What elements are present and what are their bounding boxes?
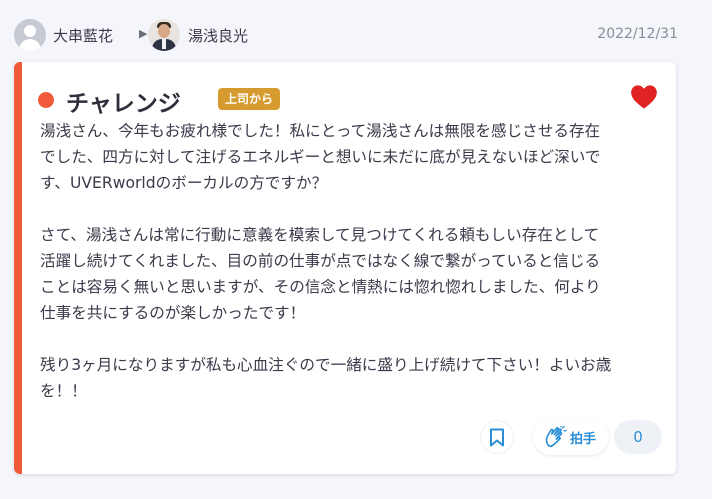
applause-label: 拍手	[570, 432, 597, 447]
applause-count[interactable]: 0	[614, 420, 662, 454]
heart-icon[interactable]	[630, 84, 658, 110]
post-header: 大串藍花 ▶ 湯浅良光 2022/12/31	[14, 16, 678, 54]
applause-button[interactable]: 拍手	[533, 419, 609, 455]
message-card: チャレンジ 上司から 湯浅さん、今年もお疲れ様でした！私にとって湯浅さんは無限を…	[14, 62, 676, 474]
card-accent-stripe	[14, 62, 22, 474]
receiver-name[interactable]: 湯浅良光	[188, 25, 248, 46]
relation-badge: 上司から	[218, 88, 281, 110]
post-date: 2022/12/31	[597, 26, 678, 42]
receiver-avatar[interactable]	[148, 19, 180, 51]
bookmark-icon	[490, 428, 504, 447]
default-user-icon	[24, 25, 36, 37]
category-title: チャレンジ	[66, 91, 181, 117]
bookmark-button[interactable]	[480, 420, 514, 454]
sender-name[interactable]: 大串藍花	[53, 25, 113, 46]
arrow-right-icon: ▶	[139, 27, 148, 40]
message-body: 湯浅さん、今年もお疲れ様でした！私にとって湯浅さんは無限を感じさせる存在 でした…	[40, 122, 612, 400]
clap-icon	[545, 426, 567, 448]
sender-avatar[interactable]	[14, 19, 46, 51]
category-dot-icon	[38, 92, 54, 108]
